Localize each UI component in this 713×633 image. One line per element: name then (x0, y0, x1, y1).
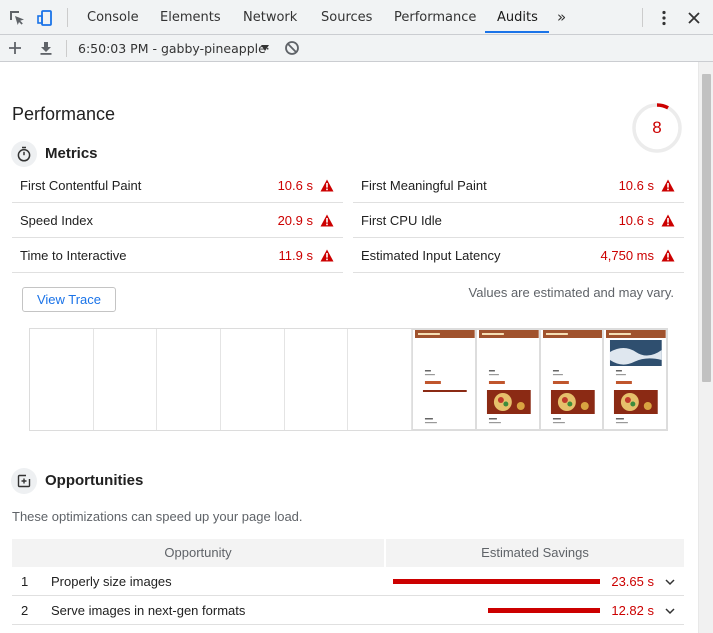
metric-label: First CPU Idle (361, 213, 442, 228)
toolbar-divider (642, 8, 643, 27)
metrics-title: Metrics (45, 145, 98, 162)
metric-row: Speed Index 20.9 s (12, 203, 343, 238)
device-toolbar-icon[interactable] (35, 8, 55, 28)
column-header-savings: Estimated Savings (481, 545, 589, 560)
active-tab-indicator (485, 31, 549, 33)
download-icon[interactable] (37, 39, 55, 57)
chevron-down-icon[interactable] (664, 605, 676, 617)
tab-console[interactable]: Console (87, 0, 139, 35)
metric-value: 20.9 s (277, 213, 313, 228)
filmstrip-frame (475, 329, 540, 430)
metric-value: 10.6 s (618, 178, 654, 193)
view-trace-button[interactable]: View Trace (22, 287, 116, 312)
filmstrip-frame (539, 329, 604, 430)
stopwatch-icon (11, 141, 37, 167)
column-header-opportunity: Opportunity (164, 545, 232, 560)
audit-report: Performance 8 Metrics First Contentful P… (0, 62, 698, 633)
plus-icon[interactable] (6, 39, 24, 57)
devtools-tab-bar: Console Elements Network Sources Performance… (0, 0, 713, 35)
clear-all-icon[interactable] (283, 39, 301, 57)
estimate-note: Values are estimated and may vary. (468, 285, 674, 300)
vertical-scrollbar[interactable] (698, 62, 713, 633)
toolbar-divider (67, 8, 68, 27)
savings-bar (488, 608, 600, 613)
metric-label: Estimated Input Latency (361, 248, 501, 263)
filmstrip-frame (157, 329, 222, 430)
report-session-label: 6:50:03 PM - gabby-pineapple· (78, 41, 270, 56)
tab-performance[interactable]: Performance (394, 0, 476, 35)
metric-value: 10.6 s (618, 213, 654, 228)
dropdown-arrow-icon[interactable] (256, 39, 274, 57)
warning-icon (661, 179, 675, 192)
audits-toolbar: 6:50:03 PM - gabby-pineapple· (0, 35, 713, 62)
category-title: Performance (12, 104, 116, 124)
inspect-element-icon[interactable] (7, 8, 27, 28)
metric-value: 11.9 s (278, 248, 313, 263)
kebab-menu-icon[interactable] (654, 8, 674, 28)
opportunities-title: Opportunities (45, 472, 144, 489)
scrollbar-thumb[interactable] (702, 74, 711, 382)
savings-value: 12.82 s (611, 603, 654, 618)
warning-icon (661, 249, 675, 262)
metric-label: Time to Interactive (20, 248, 127, 263)
filmstrip-frame (221, 329, 285, 430)
opportunity-number: 2 (21, 603, 29, 618)
savings-bar (393, 579, 600, 584)
metric-label: Speed Index (20, 213, 94, 228)
metric-value: 10.6 s (277, 178, 313, 193)
metric-value: 4,750 ms (600, 248, 654, 263)
metric-row: First Meaningful Paint 10.6 s (353, 168, 684, 203)
filmstrip-frame (30, 329, 94, 430)
metric-label: First Contentful Paint (20, 178, 142, 193)
filmstrip-frame (348, 329, 413, 430)
opportunity-row[interactable]: 2 Serve images in next-gen formats 12.82 s (12, 596, 684, 625)
warning-icon (661, 214, 675, 227)
score-value: 8 (652, 118, 662, 137)
opportunity-row[interactable]: 1 Properly size images 23.65 s (12, 567, 684, 596)
opportunities-description: These optimizations can speed up your pa… (12, 509, 303, 524)
tab-sources[interactable]: Sources (321, 0, 372, 35)
toolbar-divider (66, 40, 67, 57)
filmstrip (29, 328, 668, 431)
more-tabs-button[interactable]: » (557, 0, 566, 35)
savings-value: 23.65 s (611, 574, 654, 589)
warning-icon (320, 179, 334, 192)
warning-icon (320, 214, 334, 227)
opportunity-icon (11, 468, 37, 494)
metric-row: First CPU Idle 10.6 s (353, 203, 684, 238)
metric-label: First Meaningful Paint (361, 178, 487, 193)
filmstrip-frame (412, 329, 476, 430)
filmstrip-frame (93, 329, 158, 430)
filmstrip-frame (284, 329, 349, 430)
warning-icon (320, 249, 334, 262)
metric-row: Estimated Input Latency 4,750 ms (353, 238, 684, 273)
tab-network[interactable]: Network (243, 0, 297, 35)
chevron-down-icon[interactable] (664, 576, 676, 588)
close-icon[interactable] (684, 8, 704, 28)
opportunity-number: 1 (21, 574, 29, 589)
metric-row: Time to Interactive 11.9 s (12, 238, 343, 273)
report-session-select[interactable]: 6:50:03 PM - gabby-pineapple· (78, 35, 270, 62)
metric-row: First Contentful Paint 10.6 s (12, 168, 343, 203)
opportunity-label: Properly size images (51, 574, 172, 589)
tab-audits[interactable]: Audits (497, 0, 538, 35)
opportunity-label: Serve images in next-gen formats (51, 603, 246, 618)
tab-elements[interactable]: Elements (160, 0, 221, 35)
opportunities-table-header: Opportunity Estimated Savings (12, 539, 684, 567)
filmstrip-frame (603, 329, 667, 430)
